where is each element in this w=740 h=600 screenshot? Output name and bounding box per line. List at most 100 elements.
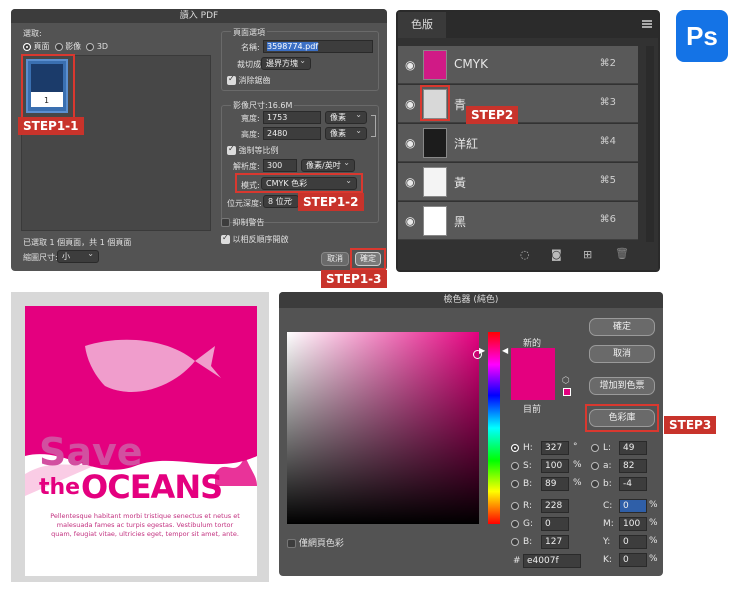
reverse-order-row: 以相反順序開啟 xyxy=(221,234,289,245)
width-unit-select[interactable]: 像素 xyxy=(325,109,367,124)
channel-row[interactable]: ◉ 黃 ⌘5 xyxy=(398,163,638,201)
page-options-header: 頁面選項 xyxy=(231,27,267,38)
h-radio[interactable] xyxy=(511,444,519,452)
new-color-swatch xyxy=(511,348,555,374)
photoshop-logo-icon: Ps xyxy=(676,10,728,62)
radio-3d[interactable] xyxy=(86,42,95,51)
radio-pages[interactable] xyxy=(23,42,31,51)
color-picker-title: 檢色器 (純色) xyxy=(279,292,663,308)
y-field[interactable]: 0 xyxy=(619,535,647,549)
pdf-import-dialog: 讀入 PDF 選取: 頁面 影像 3D 1 已選取 1 個頁面，共 1 個頁面 … xyxy=(11,9,387,271)
c-unit: % xyxy=(649,500,658,510)
name-label: 名稱: xyxy=(241,43,260,52)
channel-thumbnail xyxy=(423,167,447,197)
new-channel-icon[interactable]: ⊞ xyxy=(583,248,592,261)
s-field[interactable]: 100 xyxy=(541,459,569,473)
height-label: 高度: xyxy=(241,130,260,139)
blue-field[interactable]: 127 xyxy=(541,535,569,549)
color-field[interactable] xyxy=(287,332,479,524)
constrain-checkbox[interactable] xyxy=(227,146,236,155)
trash-icon[interactable]: 🗑 xyxy=(615,247,629,260)
name-field[interactable]: 3598774.pdf xyxy=(263,40,373,53)
b-radio[interactable] xyxy=(511,480,519,488)
hex-field[interactable]: e4007f xyxy=(523,554,581,568)
constrain-label: 強制等比例 xyxy=(238,146,279,155)
resolution-unit-select[interactable]: 像素/英吋 xyxy=(301,157,355,172)
cube-icon[interactable]: ⬡ xyxy=(562,376,570,386)
lab-b-field[interactable]: -4 xyxy=(619,477,647,491)
eye-icon[interactable]: ◉ xyxy=(405,97,415,111)
ok-button[interactable]: 確定 xyxy=(589,318,655,336)
save-selection-icon[interactable]: ◙ xyxy=(551,248,562,261)
lab-b-radio[interactable] xyxy=(591,480,599,488)
step1-1-label: STEP1-1 xyxy=(18,117,84,135)
b-field[interactable]: 89 xyxy=(541,477,569,491)
g-label: G: xyxy=(523,519,534,529)
antialias-label: 消除鋸齒 xyxy=(238,76,271,85)
eye-icon[interactable]: ◉ xyxy=(405,136,415,150)
link-icon[interactable] xyxy=(371,115,376,137)
panel-menu-icon[interactable] xyxy=(642,20,652,28)
step2-label: STEP2 xyxy=(466,106,519,124)
s-radio[interactable] xyxy=(511,462,519,470)
web-colors-label: 僅網頁色彩 xyxy=(298,539,344,549)
y-label: Y: xyxy=(603,537,611,547)
web-colors-row: 僅網頁色彩 xyxy=(287,536,344,549)
antialias-checkbox[interactable] xyxy=(227,76,236,85)
h-field[interactable]: 327 xyxy=(541,441,569,455)
c-label: C: xyxy=(603,501,613,511)
load-selection-icon[interactable]: ◌ xyxy=(520,248,530,261)
height-field[interactable]: 2480 xyxy=(263,127,321,140)
radio-images[interactable] xyxy=(54,42,63,51)
eye-icon[interactable]: ◉ xyxy=(405,214,415,228)
poster-save-text: Save xyxy=(39,430,143,474)
a-field[interactable]: 82 xyxy=(619,459,647,473)
g-field[interactable]: 0 xyxy=(541,517,569,531)
step3-highlight xyxy=(585,404,659,432)
eye-icon[interactable]: ◉ xyxy=(405,175,415,189)
hue-slider-left-arrow[interactable]: ▶ xyxy=(479,346,485,355)
reverse-order-checkbox[interactable] xyxy=(221,235,230,244)
hue-slider-right-arrow[interactable]: ◀ xyxy=(502,346,508,355)
k-field[interactable]: 0 xyxy=(619,553,647,567)
current-color-swatch[interactable] xyxy=(511,374,555,400)
eye-icon[interactable]: ◉ xyxy=(405,58,415,72)
channel-shortcut: ⌘4 xyxy=(599,136,616,147)
c-field[interactable]: 0 xyxy=(619,499,647,513)
suppress-warnings-checkbox[interactable] xyxy=(221,218,230,227)
channels-scrollbar[interactable] xyxy=(646,46,654,242)
thumb-size-select[interactable]: 小 xyxy=(57,248,99,263)
suppress-warnings-label: 抑制警告 xyxy=(232,218,265,227)
crop-select[interactable]: 邊界方塊 xyxy=(261,55,311,70)
l-field[interactable]: 49 xyxy=(619,441,647,455)
m-unit: % xyxy=(649,518,658,528)
m-label: M: xyxy=(603,519,614,529)
blue-radio[interactable] xyxy=(511,538,519,546)
r-radio[interactable] xyxy=(511,502,519,510)
r-field[interactable]: 228 xyxy=(541,499,569,513)
channel-row[interactable]: ◉ 洋紅 ⌘4 xyxy=(398,124,638,162)
cancel-button[interactable]: 取消 xyxy=(589,345,655,363)
cancel-button[interactable]: 取消 xyxy=(321,252,349,266)
l-radio[interactable] xyxy=(591,444,599,452)
h-label: H: xyxy=(523,443,533,453)
m-field[interactable]: 100 xyxy=(619,517,647,531)
g-radio[interactable] xyxy=(511,520,519,528)
hue-slider[interactable] xyxy=(488,332,500,524)
channel-row[interactable]: ◉ CMYK ⌘2 xyxy=(398,46,638,84)
poster-canvas: Save the OCEANS Pellentesque habitant mo… xyxy=(11,292,269,582)
suppress-warnings-row: 抑制警告 xyxy=(221,217,265,228)
image-size-label: 影像尺寸:16.6M xyxy=(231,100,295,111)
constrain-row: 強制等比例 xyxy=(227,145,279,156)
web-colors-checkbox[interactable] xyxy=(287,539,296,548)
resolution-field[interactable]: 300 xyxy=(263,159,297,172)
width-field[interactable]: 1753 xyxy=(263,111,321,124)
a-radio[interactable] xyxy=(591,462,599,470)
channel-thumbnail xyxy=(423,50,447,80)
depth-select[interactable]: 8 位元 xyxy=(263,193,299,208)
gamut-swatch[interactable] xyxy=(563,388,571,396)
channel-row[interactable]: ◉ 黑 ⌘6 xyxy=(398,202,638,240)
add-to-swatches-button[interactable]: 增加到色票 xyxy=(589,377,655,395)
height-unit-select[interactable]: 像素 xyxy=(325,125,367,140)
channels-tab[interactable]: 色版 xyxy=(398,12,446,38)
